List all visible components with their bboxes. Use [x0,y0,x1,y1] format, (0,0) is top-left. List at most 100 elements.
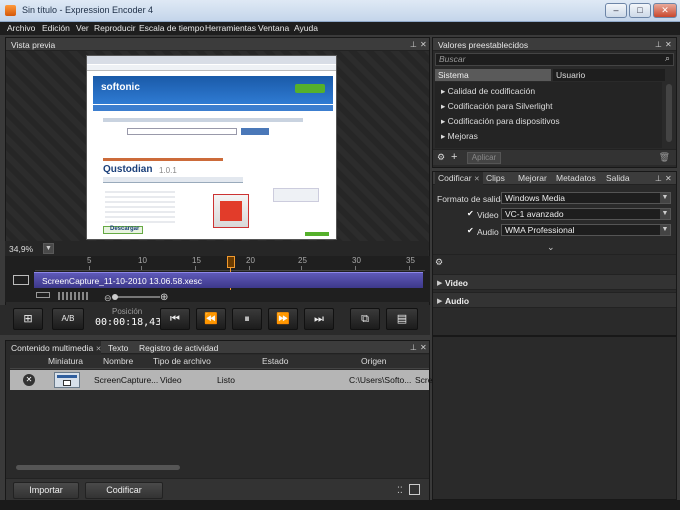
preset-item[interactable]: ▸ Calidad de codificación [441,86,535,97]
next-frame-button[interactable]: ⏭ [304,308,334,330]
insert-clip-button[interactable]: ⊞ [13,308,43,330]
grid-view-icon[interactable]: ⁚⁚ [397,485,403,496]
timeline-clip[interactable]: ScreenCapture_11-10-2010 13.06.58.xesc [34,272,423,288]
step-back-button[interactable]: ⏪ [196,308,226,330]
audio-codec-select[interactable]: WMA Professional ▼ [501,224,671,236]
zoom-in-icon[interactable]: ⊕ [160,292,168,303]
menu-reproducir[interactable]: Reproducir [94,23,136,33]
menu-ventana[interactable]: Ventana [258,23,289,33]
section-audio[interactable]: ▶ Audio [433,292,676,308]
encode-button[interactable]: Codificar [85,482,163,499]
tick-mark [301,266,302,270]
previous-frame-button[interactable]: ⏮ [160,308,190,330]
apply-button[interactable]: Aplicar [467,152,501,164]
col-miniatura[interactable]: Miniatura [48,356,83,366]
preset-item[interactable]: ▸ Codificación para Silverlight [441,101,553,112]
track-height-icon[interactable] [58,292,88,300]
import-button[interactable]: Importar [13,482,79,499]
tick-20: 20 [246,256,255,265]
tab-texto[interactable]: Texto [108,343,128,353]
preview-frame: softonic Qustodian 1.0.1 Descargar [86,55,337,240]
search-icon[interactable]: ⌕ [665,53,670,64]
filmstrip-button[interactable]: ▤ [386,308,418,330]
zoom-out-icon[interactable]: ⊖ [104,293,112,304]
close-panel-icon[interactable]: ✕ [665,40,672,49]
chevron-down-icon: ▼ [660,225,670,235]
playhead-handle[interactable] [227,256,235,268]
track-view-icon[interactable] [36,292,50,298]
row-type: Video [160,375,182,385]
preset-scrollbar[interactable] [666,84,672,142]
gear-icon[interactable]: ⚙ [435,257,443,268]
menu-edicion[interactable]: Edición [42,23,70,33]
list-view-icon[interactable] [409,484,420,495]
pause-button[interactable]: ⏸ [232,308,262,330]
tab-codificar[interactable]: Codificar ✕ [435,172,483,185]
minimize-button[interactable]: – [605,3,627,18]
audio-checkbox[interactable]: ✔ [467,227,475,235]
filmstrip-icon[interactable] [13,275,29,285]
audio-label: Audio [477,227,499,237]
clip-name: ScreenCapture_11-10-2010 13.06.58.xesc [42,276,203,286]
section-video[interactable]: ▶ Video [433,274,676,290]
table-row[interactable]: ✕ ScreenCapture... Video Listo C:\Users\… [10,370,432,390]
close-panel-icon[interactable]: ✕ [420,40,427,49]
menu-escala-tiempo[interactable]: Escala de tiempo [139,23,204,33]
video-preview[interactable]: softonic Qustodian 1.0.1 Descargar [6,51,429,252]
encode-panel-empty [432,336,677,500]
tab-mejorar[interactable]: Mejorar [515,172,550,185]
expand-icon: ▶ [437,280,443,287]
encode-tabs: Codificar ✕ Clips Mejorar Metadatos Sali… [433,172,676,185]
close-tab-icon[interactable]: ✕ [474,176,480,183]
add-icon[interactable]: + [451,151,457,163]
pin-icon[interactable]: ⊥ [410,343,417,352]
col-nombre[interactable]: Nombre [103,356,133,366]
preset-search-input[interactable]: Buscar [435,53,674,66]
preset-item[interactable]: ▸ Codificación para dispositivos [441,116,560,127]
close-panel-icon[interactable]: ✕ [665,174,672,183]
product-title: Qustodian [103,164,153,175]
maximize-button[interactable]: □ [629,3,651,18]
close-tab-icon[interactable]: ✕ [96,346,102,353]
menu-ver[interactable]: Ver [76,23,89,33]
expand-chevron-icon[interactable]: ⌄ [547,242,555,253]
close-button[interactable]: ✕ [653,3,677,18]
step-forward-button[interactable]: ⏩ [268,308,298,330]
zoom-slider-thumb[interactable] [112,294,118,300]
gear-icon[interactable]: ⚙ [437,152,445,163]
output-format-select[interactable]: Windows Media ▼ [501,192,671,204]
tab-clips[interactable]: Clips [483,172,508,185]
col-tipo[interactable]: Tipo de archivo [153,356,211,366]
video-checkbox[interactable]: ✔ [467,210,475,218]
tab-usuario[interactable]: Usuario [553,69,665,81]
tab-registro[interactable]: Registro de actividad [139,343,218,353]
menu-ayuda[interactable]: Ayuda [294,23,318,33]
video-codec-select[interactable]: VC-1 avanzado ▼ [501,208,671,220]
menu-herramientas[interactable]: Herramientas [205,23,256,33]
presets-panel: Valores preestablecidos ⊥ ✕ Buscar ⌕ Sis… [432,37,677,168]
ab-compare-button[interactable]: A/B [52,308,84,330]
video-label: Video [477,210,499,220]
pin-icon[interactable]: ⊥ [655,174,662,183]
col-estado[interactable]: Estado [262,356,288,366]
pin-icon[interactable]: ⊥ [655,40,662,49]
pin-icon[interactable]: ⊥ [410,40,417,49]
site-search-btn [241,128,269,135]
col-origen[interactable]: Origen [361,356,387,366]
close-panel-icon[interactable]: ✕ [420,343,427,352]
preset-item[interactable]: ▸ Mejoras [441,131,478,142]
split-view-button[interactable]: ⧉ [350,308,380,330]
zoom-slider[interactable] [116,296,160,298]
remove-icon[interactable]: ✕ [23,374,35,386]
trash-icon[interactable]: 🗑 [659,152,670,163]
menu-archivo[interactable]: Archivo [7,23,35,33]
tab-salida[interactable]: Salida [603,172,633,185]
tab-contenido[interactable]: Contenido multimedia ✕ [11,343,101,353]
site-breadcrumb [103,158,223,161]
tab-metadatos[interactable]: Metadatos [553,172,599,185]
media-hscrollbar[interactable] [16,465,180,470]
zoom-dropdown[interactable]: ▼ [43,243,54,254]
zoom-bar: 34,9% ▼ [5,241,428,256]
tab-sistema[interactable]: Sistema [435,69,551,81]
download-text: Descargar [110,226,140,232]
